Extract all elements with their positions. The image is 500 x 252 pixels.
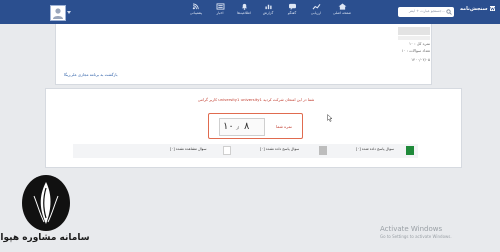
exam-title-placeholder <box>398 27 430 35</box>
report-icon <box>264 4 272 10</box>
nav-item-home[interactable]: صفحه اصلی <box>329 2 355 15</box>
nav-label: گفتگو <box>287 11 297 15</box>
chat-icon <box>288 3 296 10</box>
score-total: ۱۰ <box>223 121 234 132</box>
nav-label: اخبار <box>216 11 224 15</box>
logo-text: سامانه مشاوره هپوا <box>0 233 90 243</box>
question-count-text: تعداد سوالات : ۱۰ <box>401 48 430 53</box>
user-icon <box>53 8 63 19</box>
legend-answered: سوال پاسخ داده شده [۰] <box>356 147 395 151</box>
score-box: ۱۰ از ۸ نمره شما <box>208 113 303 139</box>
nav-label: گزارش <box>262 11 274 15</box>
brand-name: سنجش‌نامه <box>460 6 488 12</box>
score-label: نمره شما <box>276 124 292 129</box>
exam-date-text: ۱۴۰۰/۰۲/۰۵ <box>411 57 430 62</box>
search-input[interactable]: جستجو عبارت + اینتر... <box>398 7 454 17</box>
score-value: ۸ <box>244 121 250 132</box>
news-icon <box>216 3 224 10</box>
nav-label: اطلاعیه‌ها <box>237 11 251 15</box>
brand[interactable]: سنجش‌نامه <box>460 6 496 12</box>
nav-item-notifications[interactable]: اطلاعیه‌ها <box>231 2 257 15</box>
nav-item-news[interactable]: اخبار <box>207 2 233 15</box>
watermark-title: Activate Windows <box>380 225 443 233</box>
nav-label: ارزیابی <box>310 11 322 15</box>
score-display: ۱۰ از ۸ <box>219 118 265 136</box>
chart-icon <box>312 3 320 10</box>
chevron-down-icon[interactable] <box>67 11 71 14</box>
logo-icon <box>490 6 496 11</box>
total-score-text: نمره کل : ۱۰ <box>408 41 430 46</box>
nav-item-report[interactable]: گزارش <box>255 2 281 15</box>
activate-windows-watermark: Activate Windows Go to Settings to activ… <box>380 225 452 239</box>
rss-icon <box>192 3 199 10</box>
search-icon[interactable] <box>446 9 452 15</box>
watermark-subtitle: Go to Settings to activate Windows. <box>380 234 452 239</box>
unanswered-swatch <box>319 146 327 155</box>
nav-label: پشتیبانی <box>189 11 203 15</box>
top-navbar: پشتیبانی اخبار اطلاعیه‌ها گزارش گفتگو ار… <box>0 0 500 24</box>
nav-item-support[interactable]: پشتیبانی <box>183 2 209 15</box>
bell-icon <box>241 3 247 10</box>
score-of: از <box>236 125 240 130</box>
legend-unseen: سوال مشاهده نشده [۰] <box>170 147 207 151</box>
question-legend: سوال پاسخ داده شده [۰] سوال پاسخ داده نش… <box>73 144 418 158</box>
legend-unanswered: سوال پاسخ داده نشده [۰] <box>260 147 300 151</box>
user-avatar[interactable] <box>50 5 66 21</box>
answered-swatch <box>406 146 414 155</box>
participation-message: کاربر گرامی university1 university1 شما … <box>197 97 315 102</box>
exam-subtitle-placeholder <box>398 36 430 40</box>
home-icon <box>338 3 346 10</box>
nav-item-chat[interactable]: گفتگو <box>279 2 305 15</box>
mouse-cursor-icon <box>327 114 333 122</box>
search-placeholder: جستجو عبارت + اینتر... <box>408 9 445 13</box>
back-link[interactable]: بازگشت به برنامه مجازی علی‌ریگا <box>64 72 118 77</box>
nav-label: صفحه اصلی <box>332 11 351 15</box>
unseen-swatch <box>223 146 231 155</box>
nav-item-assessment[interactable]: ارزیابی <box>303 2 329 15</box>
